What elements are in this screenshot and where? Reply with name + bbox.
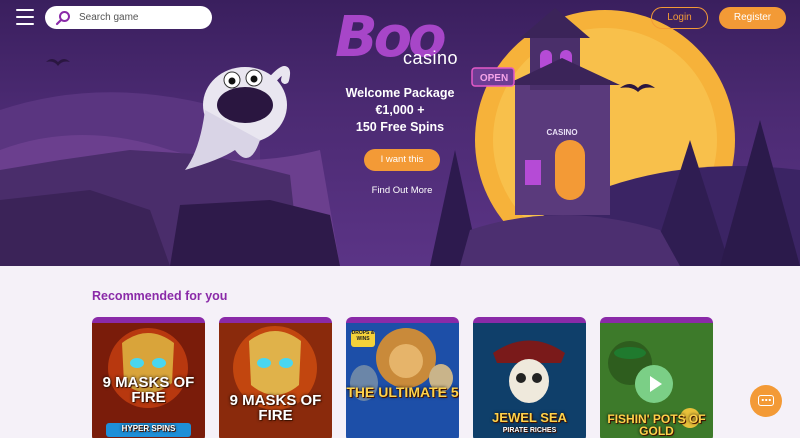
find-out-more-link[interactable]: Find Out More bbox=[352, 185, 452, 196]
headline-line-2: €1,000 + bbox=[375, 103, 425, 117]
search-box[interactable] bbox=[45, 6, 212, 29]
game-title: 9 MASKS OF FIRE bbox=[102, 374, 195, 406]
live-chat-button[interactable] bbox=[750, 385, 782, 417]
top-navigation: Login Register bbox=[0, 0, 800, 36]
register-button[interactable]: Register bbox=[719, 7, 786, 29]
open-sign: OPEN bbox=[480, 73, 508, 84]
game-card-jewel-sea[interactable]: JEWEL SEA PIRATE RICHES bbox=[473, 317, 586, 438]
hamburger-menu-icon[interactable] bbox=[16, 9, 34, 25]
game-subtitle: HYPER SPINS bbox=[121, 424, 176, 433]
game-card-masks[interactable]: 9 MASKS OF FIRE bbox=[219, 317, 332, 438]
play-icon[interactable] bbox=[635, 365, 673, 403]
chat-dots bbox=[761, 399, 771, 401]
headline-line-3: 150 Free Spins bbox=[355, 120, 445, 134]
recommended-title: Recommended for you bbox=[92, 289, 228, 303]
casino-sign: CASINO bbox=[546, 128, 577, 137]
game-badge: DROPS & WINS bbox=[351, 330, 375, 342]
logo-subtitle: casino bbox=[403, 48, 459, 68]
game-subtitle: PIRATE RICHES bbox=[502, 427, 557, 434]
game-title: 9 MASKS OF FIRE bbox=[229, 392, 322, 424]
i-want-this-button[interactable]: I want this bbox=[364, 149, 440, 171]
search-input[interactable] bbox=[79, 9, 204, 26]
search-icon bbox=[55, 11, 70, 26]
game-card-masks-hyper[interactable]: 9 MASKS OF FIRE HYPER SPINS bbox=[92, 317, 205, 438]
casino-sign-text: CASINO bbox=[546, 128, 577, 137]
hero-banner: Boo casino OPEN CASINO Welcome Package €… bbox=[0, 0, 800, 266]
game-title: THE ULTIMATE 5 bbox=[346, 384, 459, 400]
headline-line-1: Welcome Package bbox=[345, 86, 455, 100]
game-card-ultimate-5[interactable]: DROPS & WINS THE ULTIMATE 5 bbox=[346, 317, 459, 438]
open-sign-text: OPEN bbox=[480, 73, 508, 84]
welcome-headline: Welcome Package €1,000 + 150 Free Spins bbox=[320, 85, 480, 136]
game-title: FISHIN' POTS OF GOLD bbox=[607, 412, 706, 438]
game-title: JEWEL SEA bbox=[492, 410, 567, 425]
login-button[interactable]: Login bbox=[651, 7, 708, 29]
